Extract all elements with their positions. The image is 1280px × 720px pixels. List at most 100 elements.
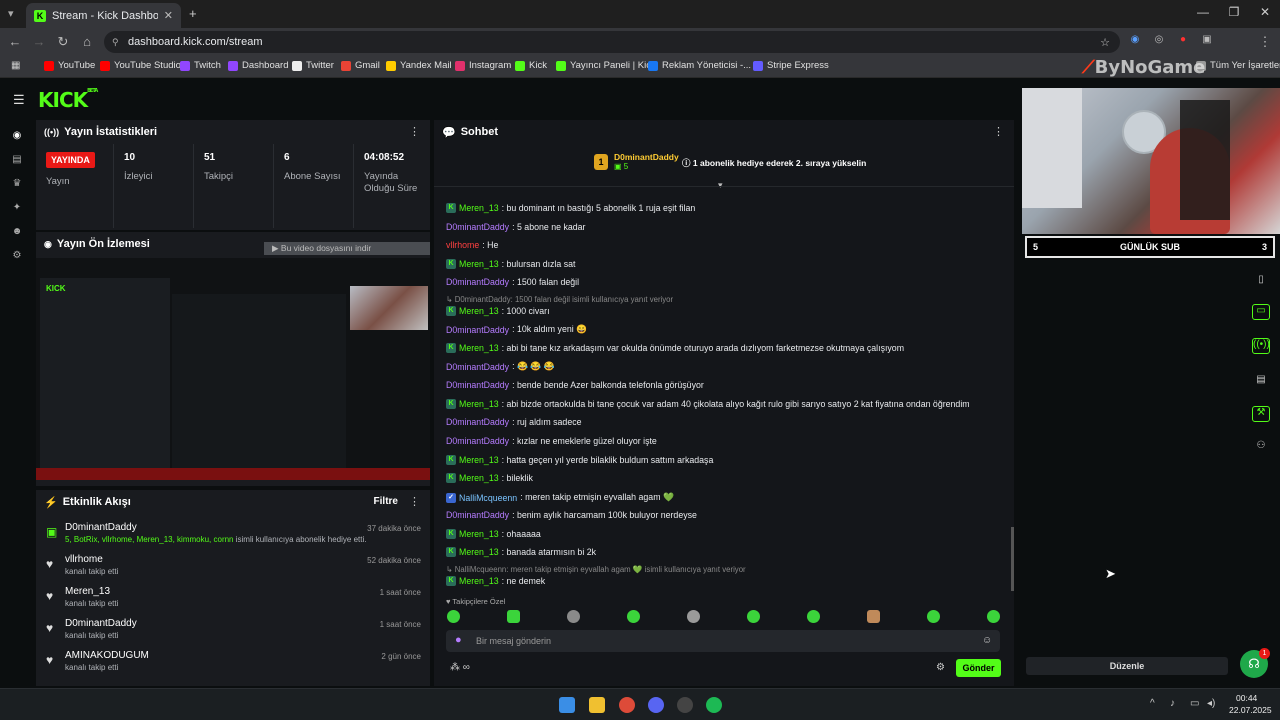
emoji-picker-icon[interactable]: ☺	[982, 635, 992, 646]
send-button[interactable]: Gönder	[956, 659, 1001, 677]
clock-time[interactable]: 00:44	[1236, 693, 1257, 703]
chat-message[interactable]: vllrhome: He	[446, 240, 498, 250]
close-window-icon[interactable]: ✕	[1250, 5, 1280, 19]
chat-message[interactable]: D0minantDaddy: 5 abone ne kadar	[446, 222, 585, 232]
rail-library-icon[interactable]: ▤	[10, 154, 24, 168]
tab-kick-dashboard[interactable]: K Stream - Kick Dashboard ✕	[26, 3, 181, 28]
extension-icon-1[interactable]: ◉	[1126, 34, 1144, 45]
file-explorer-icon[interactable]	[589, 697, 605, 713]
bookmark-gmail[interactable]: Gmail	[341, 60, 380, 71]
chat-message[interactable]: K Meren_13: ne demek	[446, 576, 545, 586]
tray-mic-icon[interactable]: ♪	[1170, 698, 1175, 709]
rail-settings-icon[interactable]: ⚙	[10, 250, 24, 264]
url-field[interactable]: ⚲ dashboard.kick.com/stream ☆	[104, 31, 1120, 53]
chat-message[interactable]: D0minantDaddy: ruj aldım sadece	[446, 417, 582, 427]
rail-moderation-icon[interactable]: ✦	[10, 202, 24, 216]
emote-icon[interactable]	[807, 610, 820, 623]
chat-message[interactable]: K Meren_13: 1000 civarı	[446, 306, 550, 316]
emote-icon[interactable]	[567, 610, 580, 623]
chat-message[interactable]: D0minantDaddy: 😂 😂 😂	[446, 361, 555, 372]
chat-message[interactable]: D0minantDaddy: 10k aldım yeni 😄	[446, 324, 587, 335]
clock-date[interactable]: 22.07.2025	[1229, 705, 1272, 715]
side-broadcast-icon[interactable]: ((•))	[1252, 338, 1270, 354]
spotify-icon[interactable]	[706, 697, 722, 713]
rail-stream-icon[interactable]: ◉	[10, 130, 24, 144]
tab-close-icon[interactable]: ✕	[164, 9, 173, 22]
activity-item[interactable]: ♥ vllrhome kanalı takip etti 52 dakika ö…	[44, 554, 429, 580]
download-video-hint[interactable]: ▶ Bu video dosyasını indir	[264, 242, 430, 255]
side-people-icon[interactable]: ⚇	[1252, 440, 1270, 456]
home-icon[interactable]: ⌂	[78, 34, 96, 49]
emote-icon[interactable]	[447, 610, 460, 623]
emote-icon[interactable]	[627, 610, 640, 623]
tray-chevron-icon[interactable]: ^	[1150, 698, 1155, 709]
tab-list-icon[interactable]: ▾	[8, 7, 14, 20]
discord-icon[interactable]	[648, 697, 664, 713]
rail-trophy-icon[interactable]: ♛	[10, 178, 24, 192]
rail-community-icon[interactable]: ☻	[10, 226, 24, 240]
bookmark-instagram[interactable]: Instagram	[455, 60, 511, 71]
bookmark-yayinci-paneli[interactable]: Yayıncı Paneli | Kick	[556, 60, 656, 71]
new-tab-button[interactable]: +	[189, 6, 197, 21]
chat-settings-icon[interactable]: ⚙	[936, 662, 945, 673]
chat-message[interactable]: K Meren_13: abi bi tane kız arkadaşım var…	[446, 343, 904, 353]
forward-icon[interactable]: →	[30, 34, 48, 49]
bookmark-twitch[interactable]: Twitch	[180, 60, 221, 71]
side-layout-icon[interactable]: ▤	[1252, 374, 1270, 390]
activity-item[interactable]: ▣ D0minantDaddy 5, BotRix, vllrhome, Mer…	[44, 522, 429, 548]
windows-start-icon[interactable]	[559, 697, 575, 713]
chat-scrollbar[interactable]	[1011, 527, 1014, 591]
bookmark-twitter[interactable]: Twitter	[292, 60, 334, 71]
emote-icon[interactable]	[507, 610, 520, 623]
activity-item[interactable]: ♥ AMINAKODUGUM kanalı takip etti 2 gün ö…	[44, 650, 429, 676]
emote-icon[interactable]	[987, 610, 1000, 623]
extension-icon-3[interactable]: ●	[1174, 34, 1192, 45]
browser-menu-icon[interactable]: ⋮	[1256, 34, 1274, 50]
bookmark-yandex-mail[interactable]: Yandex Mail	[386, 60, 452, 71]
edit-layout-button[interactable]: Düzenle	[1026, 657, 1228, 675]
bookmark-stripe-express[interactable]: Stripe Express	[753, 60, 829, 71]
bookmark-all[interactable]: Tüm Yer İşaretleri	[1196, 60, 1280, 71]
kick-logo[interactable]: KICKBETA	[38, 88, 98, 112]
chat-message[interactable]: K Meren_13: bulursan dızla sat	[446, 259, 575, 269]
chat-message[interactable]: K Meren_13: abi bizde ortaokulda bi tane …	[446, 399, 970, 409]
reload-icon[interactable]: ↻	[54, 34, 72, 50]
obs-icon[interactable]	[677, 697, 693, 713]
chat-message[interactable]: D0minantDaddy: 1500 falan değil	[446, 277, 579, 287]
emote-icon[interactable]	[747, 610, 760, 623]
bookmark-youtube-studio[interactable]: YouTube Studio	[100, 60, 181, 71]
bookmark-reklam-yoneticisi[interactable]: Reklam Yöneticisi -...	[648, 60, 751, 71]
bookmark-youtube[interactable]: YouTube	[44, 60, 95, 71]
chat-message[interactable]: K Meren_13: banada atarmısın bi 2k	[446, 547, 596, 557]
activity-menu-icon[interactable]: ⋮	[409, 495, 420, 508]
emote-icon[interactable]	[927, 610, 940, 623]
bookmark-star-icon[interactable]: ☆	[1100, 36, 1110, 49]
chrome-icon[interactable]	[619, 697, 635, 713]
chat-menu-icon[interactable]: ⋮	[993, 125, 1004, 138]
site-info-icon[interactable]: ⚲	[112, 37, 119, 48]
chat-message[interactable]: K Meren_13: ohaaaaa	[446, 529, 541, 539]
minimize-icon[interactable]: —	[1188, 5, 1218, 19]
chat-message[interactable]: D0minantDaddy: benim aylık harcamam 100k…	[446, 510, 697, 520]
extension-icon-2[interactable]: ◎	[1150, 34, 1168, 45]
preview-video-frame[interactable]: KICK	[36, 258, 430, 480]
help-chat-button[interactable]: ☊ 1	[1240, 648, 1270, 678]
chat-message[interactable]: ✓ NalliMcqueenn: meren takip etmişin eyva…	[446, 492, 674, 503]
tray-network-icon[interactable]: ▭	[1190, 698, 1199, 709]
back-icon[interactable]: ←	[6, 34, 24, 49]
stats-menu-icon[interactable]: ⋮	[409, 125, 420, 138]
chat-message[interactable]: K Meren_13: hatta geçen yıl yerde bilakli…	[446, 455, 713, 465]
chat-tools-icon[interactable]: ⁂ ∞	[450, 662, 470, 673]
activity-item[interactable]: ♥ D0minantDaddy kanalı takip etti 1 saat…	[44, 618, 429, 644]
activity-filter-button[interactable]: Filtre	[374, 496, 398, 507]
chat-message[interactable]: K Meren_13: bu dominant ın bastığı 5 abon…	[446, 203, 695, 213]
maximize-icon[interactable]: ❐	[1219, 5, 1249, 19]
extensions-puzzle-icon[interactable]: ▣	[1198, 34, 1216, 45]
side-tool-icon[interactable]: ⚒	[1252, 406, 1270, 422]
bookmark-dashboard[interactable]: Dashboard	[228, 60, 288, 71]
hamburger-menu-icon[interactable]: ☰	[13, 92, 25, 108]
bookmark-kick[interactable]: Kick	[515, 60, 547, 71]
chat-message[interactable]: D0minantDaddy: bende bende Azer balkonda…	[446, 380, 704, 390]
tray-volume-icon[interactable]: ◂)	[1207, 698, 1215, 709]
side-chat-icon[interactable]: ▭	[1252, 304, 1270, 320]
